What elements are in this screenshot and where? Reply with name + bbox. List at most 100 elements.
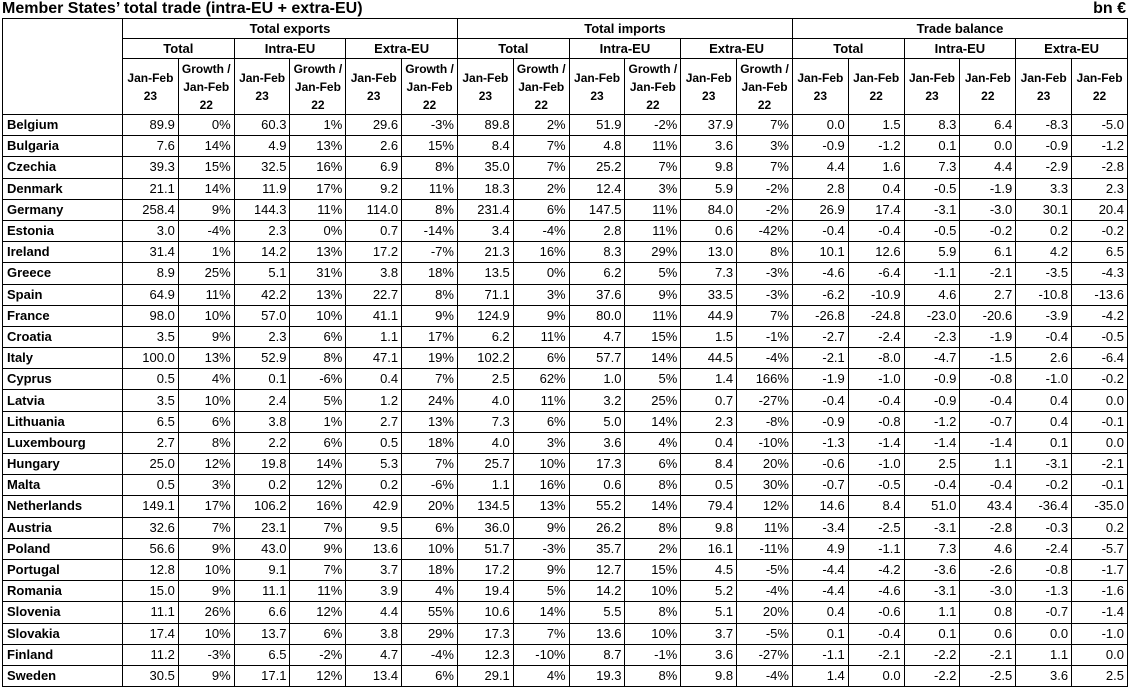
column-header-line: 23: [1036, 88, 1051, 103]
value-cell: 147.5: [568, 198, 626, 221]
value-cell: 32.6: [122, 516, 179, 539]
value-cell: 6%: [177, 410, 235, 433]
value-cell: 1.2: [345, 389, 403, 412]
value-cell: 4.0: [456, 431, 514, 455]
value-cell: 9%: [624, 283, 682, 306]
value-cell: 114.0: [345, 198, 403, 221]
value-cell: 5.5: [568, 601, 626, 624]
value-cell: -6.4: [1071, 347, 1128, 370]
group-header: Trade balance: [791, 18, 1129, 39]
value-cell: 12%: [289, 474, 347, 497]
value-cell: 7%: [289, 558, 347, 582]
country-cell: Bulgaria: [2, 135, 123, 158]
country-cell: Estonia: [2, 219, 123, 243]
value-cell: 1.1: [903, 601, 961, 624]
value-cell: 98.0: [122, 304, 179, 327]
value-cell: 14%: [512, 601, 570, 624]
table-row: Belgium 89.9 0% 60.3 1% 29.6 -3% 89.8 2% 51.9 -2% 3…: [2, 113, 1128, 137]
value-cell: 134.5: [456, 495, 514, 518]
value-cell: -1.1: [903, 262, 961, 285]
value-cell: -3.1: [903, 198, 961, 221]
value-cell: 31.4: [122, 241, 179, 264]
value-cell: 25.7: [456, 452, 514, 476]
value-cell: 3.7: [680, 622, 738, 645]
value-cell: 41.1: [345, 304, 403, 327]
value-cell: 3.0: [122, 219, 179, 243]
value-cell: 30.1: [1015, 198, 1073, 221]
value-cell: -3.5: [1015, 262, 1073, 285]
value-cell: 9%: [512, 558, 570, 582]
value-cell: 13%: [177, 347, 235, 370]
country-cell: Latvia: [2, 389, 123, 412]
value-cell: 0.4: [345, 368, 403, 391]
value-cell: 14%: [624, 495, 682, 518]
value-cell: 258.4: [122, 198, 179, 221]
table-row: Malta 0.5 3% 0.2 12% 0.2 -6% 1.1 16% 0.6 8% 0.5 30% -…: [2, 474, 1128, 497]
value-cell: 11%: [624, 135, 682, 158]
subgroup-header: Extra-EU: [345, 38, 458, 59]
value-cell: 0.2: [1071, 516, 1128, 539]
value-cell: 8.9: [122, 262, 179, 285]
value-cell: 1.5: [847, 113, 905, 137]
value-cell: 1.1: [1015, 643, 1073, 666]
value-cell: -5%: [736, 622, 793, 645]
value-cell: 0.2: [1015, 219, 1073, 243]
subgroup-header: Intra-EU: [233, 38, 347, 59]
country-cell: Slovakia: [2, 622, 123, 645]
column-header: Growth / Jan-Feb 22: [512, 58, 570, 115]
value-cell: -3%: [177, 643, 235, 666]
value-cell: 79.4: [680, 495, 738, 518]
value-cell: 0%: [177, 113, 235, 137]
value-cell: 52.9: [233, 347, 291, 370]
value-cell: 3%: [736, 135, 793, 158]
value-cell: 18%: [401, 558, 458, 582]
value-cell: -3.1: [903, 580, 961, 603]
value-cell: -1.2: [1071, 135, 1128, 158]
value-cell: 5.9: [680, 177, 738, 200]
value-cell: 0.8: [959, 601, 1017, 624]
value-cell: 7%: [512, 156, 570, 179]
value-cell: 7%: [177, 516, 235, 539]
value-cell: 14.6: [791, 495, 849, 518]
value-cell: -3%: [401, 113, 458, 137]
table-row: Cyprus 0.5 4% 0.1 -6% 0.4 7% 2.5 62% 1.0 5% 1.4 166%…: [2, 368, 1128, 391]
value-cell: 3.5: [122, 389, 179, 412]
value-cell: -0.5: [903, 219, 961, 243]
value-cell: -8.0: [847, 347, 905, 370]
value-cell: 17.2: [345, 241, 403, 264]
value-cell: -1%: [736, 325, 793, 349]
value-cell: 166%: [736, 368, 793, 391]
value-cell: 17.3: [568, 452, 626, 476]
value-cell: 106.2: [233, 495, 291, 518]
value-cell: 17%: [289, 177, 347, 200]
value-cell: 18%: [401, 431, 458, 455]
column-header: Jan-Feb 23: [680, 58, 738, 115]
value-cell: 14%: [177, 135, 235, 158]
value-cell: 6%: [289, 325, 347, 349]
value-cell: 9.8: [680, 156, 738, 179]
value-cell: 0.6: [959, 622, 1017, 645]
value-cell: -2%: [624, 113, 682, 137]
value-cell: 20%: [401, 495, 458, 518]
value-cell: -7%: [401, 241, 458, 264]
country-cell: Czechia: [2, 156, 123, 179]
value-cell: -2.8: [959, 516, 1017, 539]
value-cell: -0.1: [1071, 410, 1128, 433]
column-header: Jan-Feb 23: [568, 58, 626, 115]
value-cell: 71.1: [456, 283, 514, 306]
value-cell: 3.7: [345, 558, 403, 582]
column-header-line: 23: [702, 88, 716, 103]
value-cell: 0.1: [903, 622, 961, 645]
value-cell: 7%: [289, 516, 347, 539]
column-header: Jan-Feb 23: [791, 58, 849, 115]
value-cell: 80.0: [568, 304, 626, 327]
value-cell: 26.2: [568, 516, 626, 539]
value-cell: 6%: [512, 410, 570, 433]
column-header-line: Jan-Feb: [518, 79, 565, 94]
value-cell: 3.8: [345, 622, 403, 645]
column-header: Jan-Feb 23: [1015, 58, 1073, 115]
table-row: Austria 32.6 7% 23.1 7% 9.5 6% 36.0 9% 26.2 8% 9.8 1…: [2, 516, 1128, 539]
value-cell: -8%: [736, 410, 793, 433]
value-cell: 11%: [289, 198, 347, 221]
value-cell: -6%: [289, 368, 347, 391]
